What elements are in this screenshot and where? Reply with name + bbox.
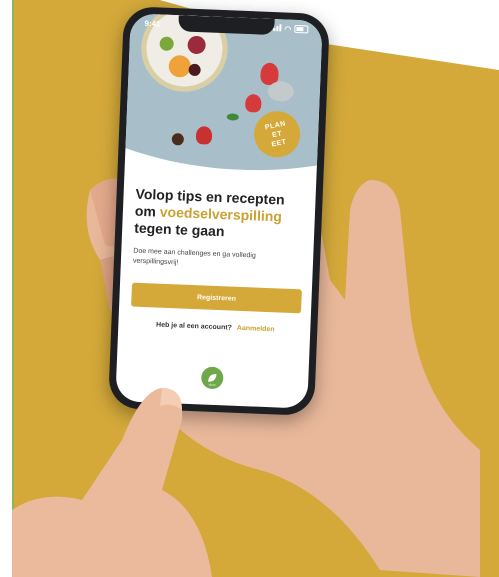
signal-icon: [273, 23, 282, 33]
wifi-icon: ◠: [284, 23, 292, 34]
status-icons: ◠: [273, 23, 309, 34]
login-row: Heb je al een account? Aanmelden: [130, 321, 300, 335]
battery-icon: [294, 24, 309, 34]
mint-leaf: [227, 113, 239, 120]
headline: Volop tips en recepten om voedselverspil…: [134, 186, 306, 244]
phone-mockup: 9:41 ◠ PLAN ET EET Volop tips en recepte…: [108, 6, 330, 416]
marketing-image: 9:41 ◠ PLAN ET EET Volop tips en recepte…: [0, 0, 499, 577]
plan-et-eet-badge: PLAN ET EET: [250, 107, 304, 161]
headline-part-2: tegen te gaan: [133, 219, 225, 240]
pointing-hand: [12, 388, 212, 577]
star-anise: [172, 133, 184, 145]
status-time: 9:41: [144, 18, 161, 28]
login-link[interactable]: Aanmelden: [237, 325, 275, 334]
spoon: [267, 81, 294, 102]
badge-line-3: EET: [270, 138, 288, 149]
strawberry: [196, 126, 213, 145]
register-button[interactable]: Registreren: [131, 282, 302, 314]
strawberry: [245, 94, 262, 113]
welcome-content: Volop tips en recepten om voedselverspil…: [130, 186, 306, 335]
login-prompt: Heb je al een account?: [155, 321, 233, 332]
phone-screen: 9:41 ◠ PLAN ET EET Volop tips en recepte…: [115, 13, 323, 409]
subtext: Doe mee aan challenges en ga volledig ve…: [132, 247, 256, 267]
